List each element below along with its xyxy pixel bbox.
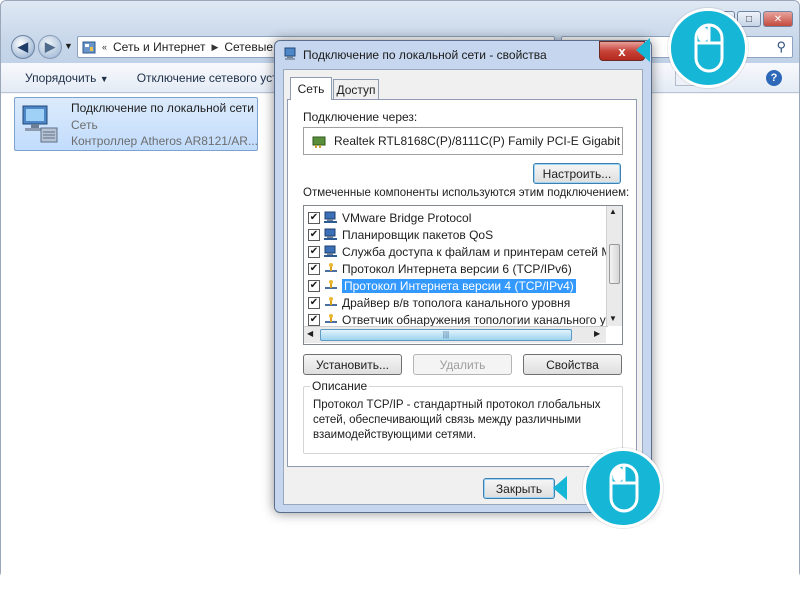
back-arrow-icon: ◀	[18, 39, 28, 54]
dialog-network-icon	[283, 47, 297, 64]
configure-button[interactable]: Настроить...	[533, 163, 621, 184]
vertical-scrollbar[interactable]: ▲ ▼	[606, 206, 622, 326]
adapter-field: Realtek RTL8168C(P)/8111C(P) Family PCI-…	[303, 127, 623, 155]
mouse-click-indicator	[668, 8, 748, 88]
connection-type: Сеть	[71, 118, 98, 132]
network-client-icon	[324, 211, 338, 224]
component-label: Драйвер в/в тополога канального уровня	[342, 295, 571, 310]
component-checkbox[interactable]: ✔	[308, 279, 320, 292]
disable-device-button[interactable]: Отключение сетевого уст	[137, 71, 278, 85]
component-checkbox[interactable]: ✔	[308, 228, 320, 241]
component-label: Протокол Интернета версии 6 (TCP/IPv6)	[342, 261, 572, 276]
install-button[interactable]: Установить...	[303, 354, 402, 375]
components-label: Отмеченные компоненты используются этим …	[303, 187, 630, 199]
organize-menu[interactable]: Упорядочить ▼	[25, 71, 109, 85]
horizontal-scrollbar[interactable]: ◀ ||| ▶	[304, 326, 606, 343]
forward-arrow-icon: ▶	[45, 39, 55, 54]
scroll-down-icon[interactable]: ▼	[609, 314, 617, 323]
protocol-icon	[324, 313, 338, 326]
breadcrumb-overflow-icon[interactable]: «	[102, 42, 107, 52]
connection-name: Подключение по локальной сети	[71, 101, 254, 115]
tab-network-label: Сеть	[297, 82, 325, 96]
list-item[interactable]: ✔ Протокол Интернета версии 6 (TCP/IPv6)	[308, 260, 608, 277]
component-checkbox[interactable]: ✔	[308, 245, 320, 258]
list-item[interactable]: ✔ Служба доступа к файлам и принтерам се…	[308, 243, 622, 260]
component-checkbox[interactable]: ✔	[308, 211, 320, 224]
explorer-close-button[interactable]: ✕	[763, 11, 793, 27]
pointer-arrow-icon	[636, 38, 650, 62]
component-label-selected: Протокол Интернета версии 4 (TCP/IPv4)	[342, 278, 576, 293]
scroll-up-icon[interactable]: ▲	[609, 207, 617, 216]
component-label: Ответчик обнаружения топологии канальног…	[342, 312, 623, 327]
component-checkbox[interactable]: ✔	[308, 296, 320, 309]
list-item[interactable]: ✔ Драйвер в/в тополога канального уровня	[308, 294, 608, 311]
protocol-icon	[324, 279, 338, 292]
horizontal-scroll-thumb[interactable]: |||	[320, 329, 572, 341]
component-checkbox[interactable]: ✔	[308, 313, 320, 326]
tab-sharing-label: Доступ	[336, 83, 376, 97]
breadcrumb-separator-icon[interactable]: ▶	[211, 42, 218, 53]
description-title: Описание	[310, 379, 370, 393]
close-dialog-button[interactable]: Закрыть	[483, 478, 555, 499]
protocol-icon	[324, 262, 338, 275]
properties-button[interactable]: Свойства	[523, 354, 622, 375]
forward-button[interactable]: ▶	[38, 35, 62, 59]
network-client-icon	[324, 245, 338, 258]
component-label: Планировщик пакетов QoS	[342, 227, 494, 242]
mouse-icon	[609, 463, 639, 513]
scroll-right-icon[interactable]: ▶	[594, 329, 600, 338]
network-connection-icon	[19, 102, 59, 146]
vertical-scroll-thumb[interactable]	[609, 244, 620, 284]
tab-network[interactable]: Сеть	[290, 77, 332, 100]
component-label: Служба доступа к файлам и принтерам сете…	[342, 244, 623, 259]
organize-label: Упорядочить	[25, 70, 97, 85]
connection-adapter: Контроллер Atheros AR8121/AR...	[71, 134, 258, 148]
component-label: VMware Bridge Protocol	[342, 210, 472, 225]
mouse-icon	[694, 23, 724, 73]
description-text: Протокол TCP/IP - стандартный протокол г…	[313, 399, 601, 441]
breadcrumb-item[interactable]: Сеть и Интернет	[113, 40, 205, 54]
uninstall-button[interactable]: Удалить	[413, 354, 512, 375]
dialog-title: Подключение по локальной сети - свойства	[303, 48, 547, 62]
scroll-left-icon[interactable]: ◀	[307, 329, 313, 338]
list-item[interactable]: ✔ VMware Bridge Protocol	[308, 209, 608, 226]
list-item[interactable]: ✔ Планировщик пакетов QoS	[308, 226, 608, 243]
connect-via-label: Подключение через:	[303, 110, 418, 124]
close-icon: x	[618, 43, 626, 59]
mouse-click-indicator	[583, 448, 663, 528]
search-icon: ⚲	[776, 39, 786, 54]
network-client-icon	[324, 228, 338, 241]
back-button[interactable]: ◀	[11, 35, 35, 59]
control-panel-icon	[82, 41, 96, 54]
breadcrumb-item[interactable]: Сетевые	[224, 40, 273, 54]
history-dropdown-icon[interactable]: ▼	[64, 41, 73, 51]
list-item[interactable]: ✔ Протокол Интернета версии 4 (TCP/IPv4)	[308, 277, 608, 294]
chevron-down-icon: ▼	[99, 73, 109, 84]
adapter-name: Realtek RTL8168C(P)/8111C(P) Family PCI-…	[334, 134, 623, 148]
tab-sharing[interactable]: Доступ	[333, 79, 379, 100]
help-icon[interactable]: ?	[766, 70, 782, 86]
connection-item[interactable]: Подключение по локальной сети Сеть Контр…	[14, 97, 258, 151]
network-adapter-icon	[312, 135, 326, 148]
components-list[interactable]: ✔ VMware Bridge Protocol ✔ Планировщик п…	[303, 205, 623, 345]
pointer-arrow-icon	[553, 476, 567, 500]
component-checkbox[interactable]: ✔	[308, 262, 320, 275]
protocol-icon	[324, 296, 338, 309]
